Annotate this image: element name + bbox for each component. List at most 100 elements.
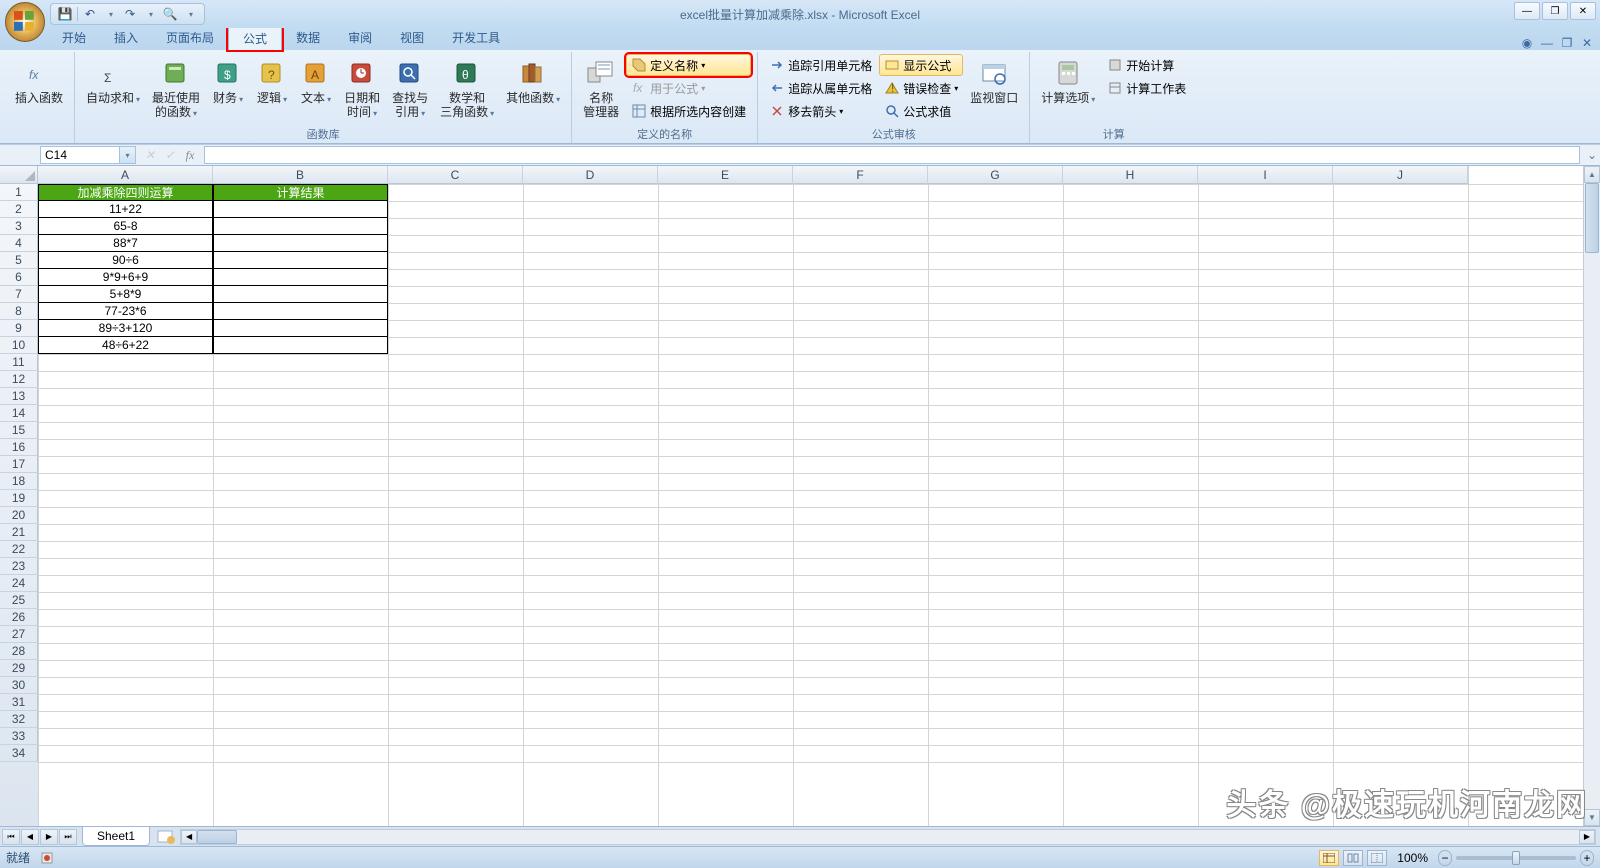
row-header-30[interactable]: 30 xyxy=(0,677,38,694)
confirm-edit-icon[interactable]: ✓ xyxy=(160,146,180,164)
row-header-24[interactable]: 24 xyxy=(0,575,38,592)
calculate-now-button[interactable]: 开始计算 xyxy=(1102,54,1191,76)
row-header-5[interactable]: 5 xyxy=(0,252,38,269)
sheet-next-button[interactable]: ▶ xyxy=(40,829,58,845)
row-header-17[interactable]: 17 xyxy=(0,456,38,473)
trace-precedents-button[interactable]: 追踪引用单元格 xyxy=(764,54,877,76)
doc-close-button[interactable]: ✕ xyxy=(1580,36,1594,50)
row-header-29[interactable]: 29 xyxy=(0,660,38,677)
row-header-12[interactable]: 12 xyxy=(0,371,38,388)
vertical-scrollbar[interactable]: ▲ ▼ xyxy=(1583,166,1600,826)
evaluate-formula-button[interactable]: 公式求值 xyxy=(879,100,963,122)
scroll-up-button[interactable]: ▲ xyxy=(1584,166,1600,183)
recently-used-button[interactable]: 最近使用 的函数 xyxy=(147,54,205,124)
qat-save-icon[interactable]: 💾 xyxy=(57,6,73,22)
col-header-F[interactable]: F xyxy=(793,166,928,184)
row-header-28[interactable]: 28 xyxy=(0,643,38,660)
row-header-20[interactable]: 20 xyxy=(0,507,38,524)
row-header-14[interactable]: 14 xyxy=(0,405,38,422)
row-header-31[interactable]: 31 xyxy=(0,694,38,711)
more-functions-button[interactable]: 其他函数 xyxy=(501,54,565,124)
qat-undo-icon[interactable]: ↶ xyxy=(82,6,98,22)
tab-开发工具[interactable]: 开发工具 xyxy=(438,26,514,50)
qat-redo-drop[interactable] xyxy=(142,6,158,22)
cell-A3[interactable]: 65-8 xyxy=(38,218,213,235)
row-header-13[interactable]: 13 xyxy=(0,388,38,405)
cell-A7[interactable]: 5+8*9 xyxy=(38,286,213,303)
name-box[interactable]: C14 ▾ xyxy=(40,146,136,164)
trace-dependents-button[interactable]: 追踪从属单元格 xyxy=(764,77,877,99)
tab-插入[interactable]: 插入 xyxy=(100,26,152,50)
row-header-4[interactable]: 4 xyxy=(0,235,38,252)
row-header-27[interactable]: 27 xyxy=(0,626,38,643)
select-all-button[interactable] xyxy=(0,166,38,184)
insert-function-button[interactable]: fx 插入函数 xyxy=(10,54,68,124)
tab-公式[interactable]: 公式 xyxy=(228,26,282,50)
calculate-sheet-button[interactable]: 计算工作表 xyxy=(1102,77,1191,99)
col-header-D[interactable]: D xyxy=(523,166,658,184)
watch-window-button[interactable]: 监视窗口 xyxy=(965,54,1023,124)
cell-B9[interactable] xyxy=(213,320,388,337)
horizontal-scrollbar[interactable]: ◀ ▶ xyxy=(180,829,1596,845)
cell-A4[interactable]: 88*7 xyxy=(38,235,213,252)
minimize-button[interactable]: — xyxy=(1514,2,1540,20)
use-in-formula-button[interactable]: fx 用于公式 ▾ xyxy=(626,77,751,99)
row-header-16[interactable]: 16 xyxy=(0,439,38,456)
col-header-E[interactable]: E xyxy=(658,166,793,184)
col-header-G[interactable]: G xyxy=(928,166,1063,184)
row-header-34[interactable]: 34 xyxy=(0,745,38,762)
zoom-in-button[interactable]: + xyxy=(1580,850,1594,866)
restore-button[interactable]: ❐ xyxy=(1542,2,1568,20)
sheet-prev-button[interactable]: ◀ xyxy=(21,829,39,845)
cell-A10[interactable]: 48÷6+22 xyxy=(38,337,213,354)
error-checking-button[interactable]: ! 错误检查 ▾ xyxy=(879,77,963,99)
cell-B4[interactable] xyxy=(213,235,388,252)
row-header-6[interactable]: 6 xyxy=(0,269,38,286)
row-header-18[interactable]: 18 xyxy=(0,473,38,490)
scroll-thumb[interactable] xyxy=(1585,183,1599,253)
col-header-I[interactable]: I xyxy=(1198,166,1333,184)
scroll-down-button[interactable]: ▼ xyxy=(1584,809,1600,826)
close-button[interactable]: ✕ xyxy=(1570,2,1596,20)
cell-A5[interactable]: 90÷6 xyxy=(38,252,213,269)
cell-B3[interactable] xyxy=(213,218,388,235)
cancel-edit-icon[interactable]: ✕ xyxy=(140,146,160,164)
qat-undo-drop[interactable] xyxy=(102,6,118,22)
cell-B8[interactable] xyxy=(213,303,388,320)
row-header-21[interactable]: 21 xyxy=(0,524,38,541)
sheet-last-button[interactable]: ⏭ xyxy=(59,829,77,845)
row-header-2[interactable]: 2 xyxy=(0,201,38,218)
tab-开始[interactable]: 开始 xyxy=(48,26,100,50)
qat-customize[interactable] xyxy=(182,6,198,22)
cell-A8[interactable]: 77-23*6 xyxy=(38,303,213,320)
row-header-11[interactable]: 11 xyxy=(0,354,38,371)
normal-view-button[interactable] xyxy=(1319,850,1339,866)
row-header-22[interactable]: 22 xyxy=(0,541,38,558)
cell-B6[interactable] xyxy=(213,269,388,286)
page-break-view-button[interactable] xyxy=(1367,850,1387,866)
text-button[interactable]: A 文本 xyxy=(295,54,337,124)
logical-button[interactable]: ? 逻辑 xyxy=(251,54,293,124)
formula-bar-expand[interactable]: ⌄ xyxy=(1584,146,1600,164)
row-header-23[interactable]: 23 xyxy=(0,558,38,575)
cells-area[interactable]: 加减乘除四则运算计算结果11+2265-888*790÷69*9+6+95+8*… xyxy=(38,184,1583,826)
cell-A9[interactable]: 89÷3+120 xyxy=(38,320,213,337)
cell-B7[interactable] xyxy=(213,286,388,303)
cell-A6[interactable]: 9*9+6+9 xyxy=(38,269,213,286)
new-sheet-button[interactable] xyxy=(156,830,176,844)
row-header-1[interactable]: 1 xyxy=(0,184,38,201)
lookup-button[interactable]: 查找与 引用 xyxy=(387,54,433,124)
row-header-10[interactable]: 10 xyxy=(0,337,38,354)
row-header-8[interactable]: 8 xyxy=(0,303,38,320)
row-header-25[interactable]: 25 xyxy=(0,592,38,609)
macro-record-icon[interactable] xyxy=(40,851,54,865)
cell-B2[interactable] xyxy=(213,201,388,218)
col-header-C[interactable]: C xyxy=(388,166,523,184)
fx-button[interactable]: fx xyxy=(180,146,200,164)
office-button[interactable] xyxy=(5,2,45,42)
ribbon-minimize-button[interactable]: — xyxy=(1540,36,1554,50)
cell-B10[interactable] xyxy=(213,337,388,354)
tab-视图[interactable]: 视图 xyxy=(386,26,438,50)
row-header-33[interactable]: 33 xyxy=(0,728,38,745)
name-box-dropdown[interactable]: ▾ xyxy=(119,147,135,163)
